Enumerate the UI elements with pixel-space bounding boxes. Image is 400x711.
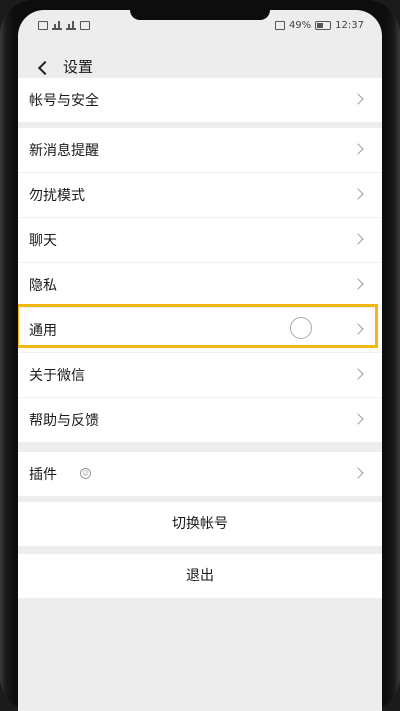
settings-screen: 49% 12:37 设置 帐号与安全 新消息提醒 勿扰模式 聊天 隐私 通用 关… <box>18 10 382 711</box>
battery-icon <box>315 21 332 30</box>
logout-label: 退出 <box>186 568 214 584</box>
settings-item-general[interactable]: 通用 <box>18 308 382 353</box>
battery-percent: 49% <box>288 20 312 31</box>
settings-item-label: 插件 <box>29 467 57 483</box>
status-bar: 49% 12:37 <box>18 10 382 40</box>
chevron-right-icon <box>352 93 364 105</box>
signal-icon-2 <box>66 20 76 30</box>
signal-icon <box>52 20 62 30</box>
status-left <box>38 20 90 30</box>
logout-button[interactable]: 退出 <box>18 554 382 598</box>
settings-item-label: 隐私 <box>29 278 57 294</box>
settings-item-label: 新消息提醒 <box>29 143 99 159</box>
chevron-right-icon <box>352 278 364 290</box>
settings-item-label: 帮助与反馈 <box>29 413 99 429</box>
settings-item-help-feedback[interactable]: 帮助与反馈 <box>18 398 382 442</box>
chevron-right-icon <box>352 143 364 155</box>
settings-item-label: 勿扰模式 <box>29 188 85 204</box>
chevron-right-icon <box>352 323 364 335</box>
settings-item-label: 聊天 <box>29 233 57 249</box>
app-notification-icon <box>80 20 90 30</box>
back-arrow-icon[interactable] <box>37 60 53 76</box>
account-group: 帐号与安全 <box>18 78 382 122</box>
alarm-icon <box>274 21 285 30</box>
touch-indicator-icon <box>290 317 312 339</box>
chevron-right-icon <box>352 233 364 245</box>
chevron-right-icon <box>352 188 364 200</box>
settings-item-label: 帐号与安全 <box>29 93 99 109</box>
settings-item-privacy[interactable]: 隐私 <box>18 263 382 308</box>
page-title: 设置 <box>63 58 94 76</box>
chevron-right-icon <box>352 368 364 380</box>
settings-item-about[interactable]: 关于微信 <box>18 353 382 398</box>
clock: 12:37 <box>335 20 364 31</box>
settings-item-chat[interactable]: 聊天 <box>18 218 382 263</box>
settings-item-account-security[interactable]: 帐号与安全 <box>18 78 382 122</box>
settings-item-do-not-disturb[interactable]: 勿扰模式 <box>18 173 382 218</box>
notification-icon <box>38 20 48 30</box>
main-settings-group: 新消息提醒 勿扰模式 聊天 隐私 通用 关于微信 帮助与反馈 <box>18 128 382 442</box>
settings-item-plugins[interactable]: 插件 ☺ <box>18 452 382 496</box>
chevron-right-icon <box>352 467 364 479</box>
settings-item-label: 关于微信 <box>29 368 85 384</box>
switch-account-label: 切换帐号 <box>172 516 228 532</box>
status-right: 49% 12:37 <box>274 20 364 31</box>
plugin-badge-icon: ☺ <box>80 468 91 479</box>
chevron-right-icon <box>352 413 364 425</box>
plugins-group: 插件 ☺ <box>18 452 382 496</box>
settings-item-label: 通用 <box>29 323 57 339</box>
settings-item-new-message-notifications[interactable]: 新消息提醒 <box>18 128 382 173</box>
switch-account-button[interactable]: 切换帐号 <box>18 502 382 546</box>
